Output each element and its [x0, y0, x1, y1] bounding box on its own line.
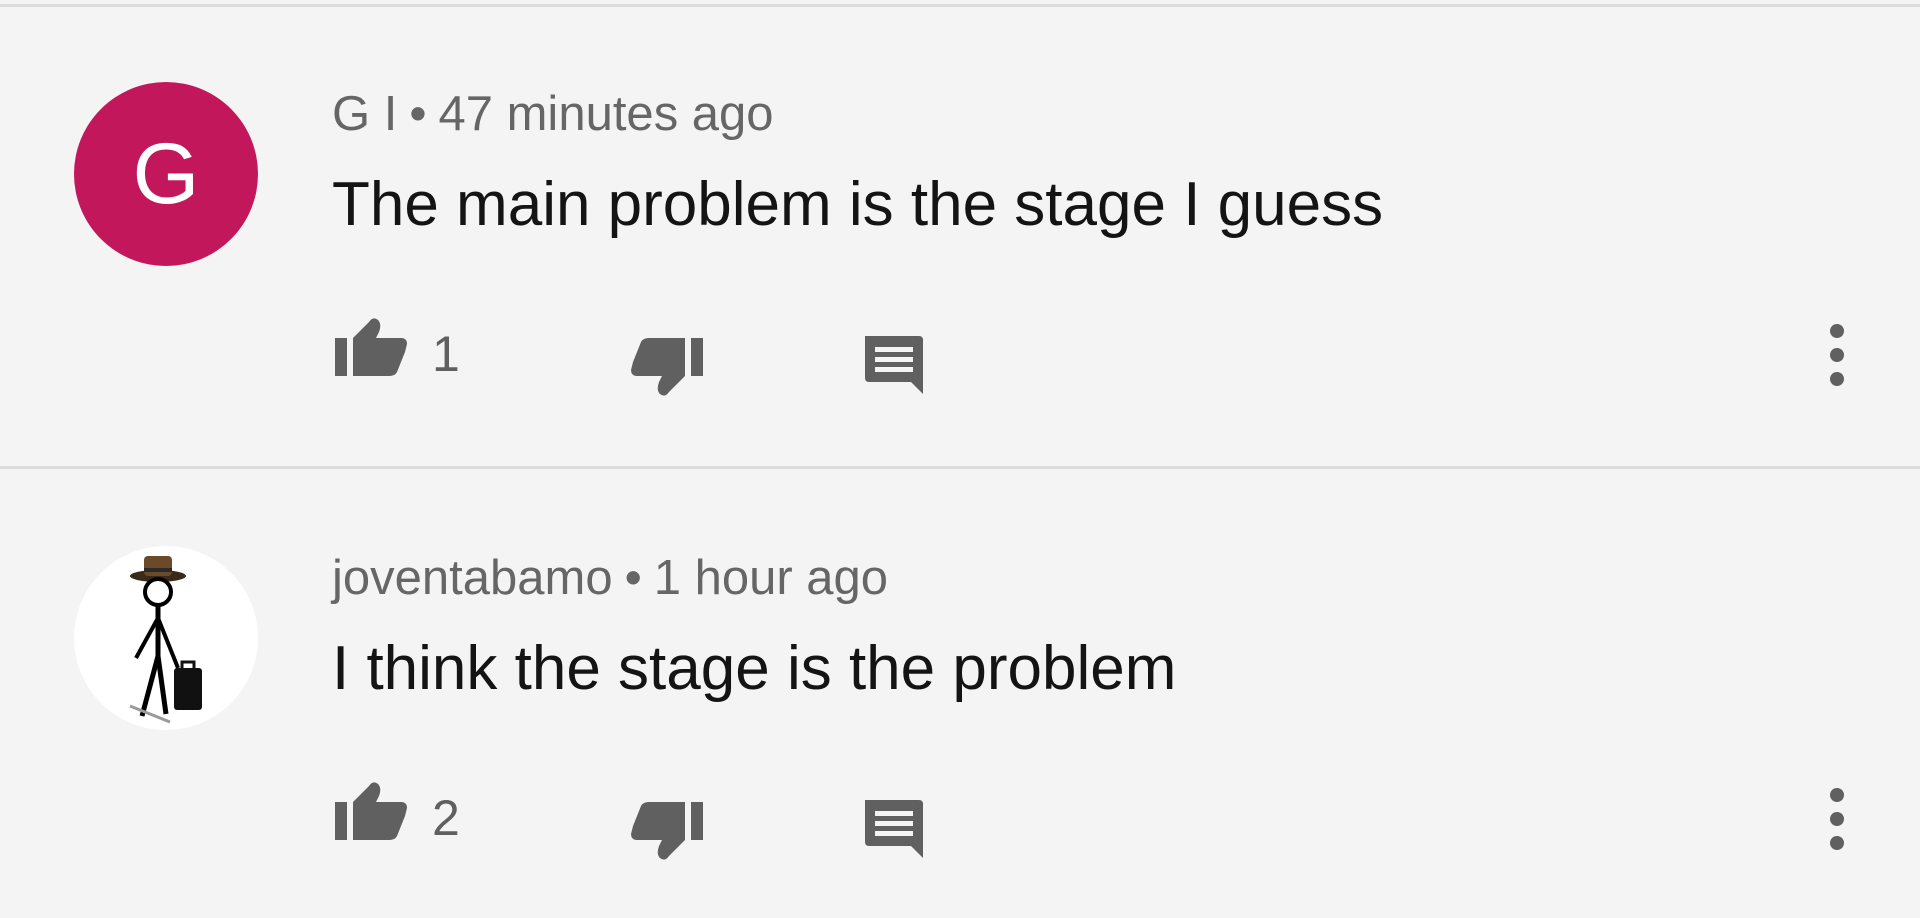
comment-item: joventabamo • 1 hour ago I think the stage…: [0, 464, 1920, 918]
reply-button[interactable]: [854, 328, 934, 402]
like-button[interactable]: [330, 310, 410, 384]
timestamp[interactable]: 47 minutes ago: [439, 87, 774, 141]
avatar-letter: G: [132, 125, 200, 222]
author-name[interactable]: joventabamo: [332, 551, 613, 605]
like-count: 1: [432, 326, 460, 382]
dislike-button[interactable]: [628, 794, 708, 868]
like-count: 2: [432, 790, 460, 846]
avatar[interactable]: [74, 546, 258, 730]
comment-item: G G I • 47 minutes ago The main problem is…: [0, 0, 1920, 462]
comments-page: G G I • 47 minutes ago The main problem is…: [0, 0, 1920, 918]
more-vert-icon: [1830, 324, 1844, 386]
reply-icon: [865, 800, 923, 858]
thumb-up-icon: [335, 318, 407, 376]
reply-icon: [865, 336, 923, 394]
meta-separator: •: [409, 87, 427, 141]
dislike-button[interactable]: [628, 330, 708, 404]
more-vert-icon: [1830, 788, 1844, 850]
thumb-up-icon: [335, 782, 407, 840]
comment-meta: G I • 47 minutes ago: [332, 82, 774, 146]
comment-text: I think the stage is the problem: [332, 634, 1177, 703]
thumb-down-icon: [631, 338, 703, 396]
more-options-button[interactable]: [1812, 786, 1862, 852]
reply-button[interactable]: [854, 792, 934, 866]
stick-figure-avatar-icon: [129, 556, 202, 724]
comment-meta: joventabamo • 1 hour ago: [332, 546, 888, 610]
avatar[interactable]: G: [74, 82, 258, 266]
more-options-button[interactable]: [1812, 322, 1862, 388]
comment-text: The main problem is the stage I guess: [332, 170, 1384, 239]
thumb-down-icon: [631, 802, 703, 860]
like-button[interactable]: [330, 774, 410, 848]
timestamp[interactable]: 1 hour ago: [654, 551, 888, 605]
meta-separator: •: [624, 551, 642, 605]
author-name[interactable]: G I: [332, 87, 397, 141]
